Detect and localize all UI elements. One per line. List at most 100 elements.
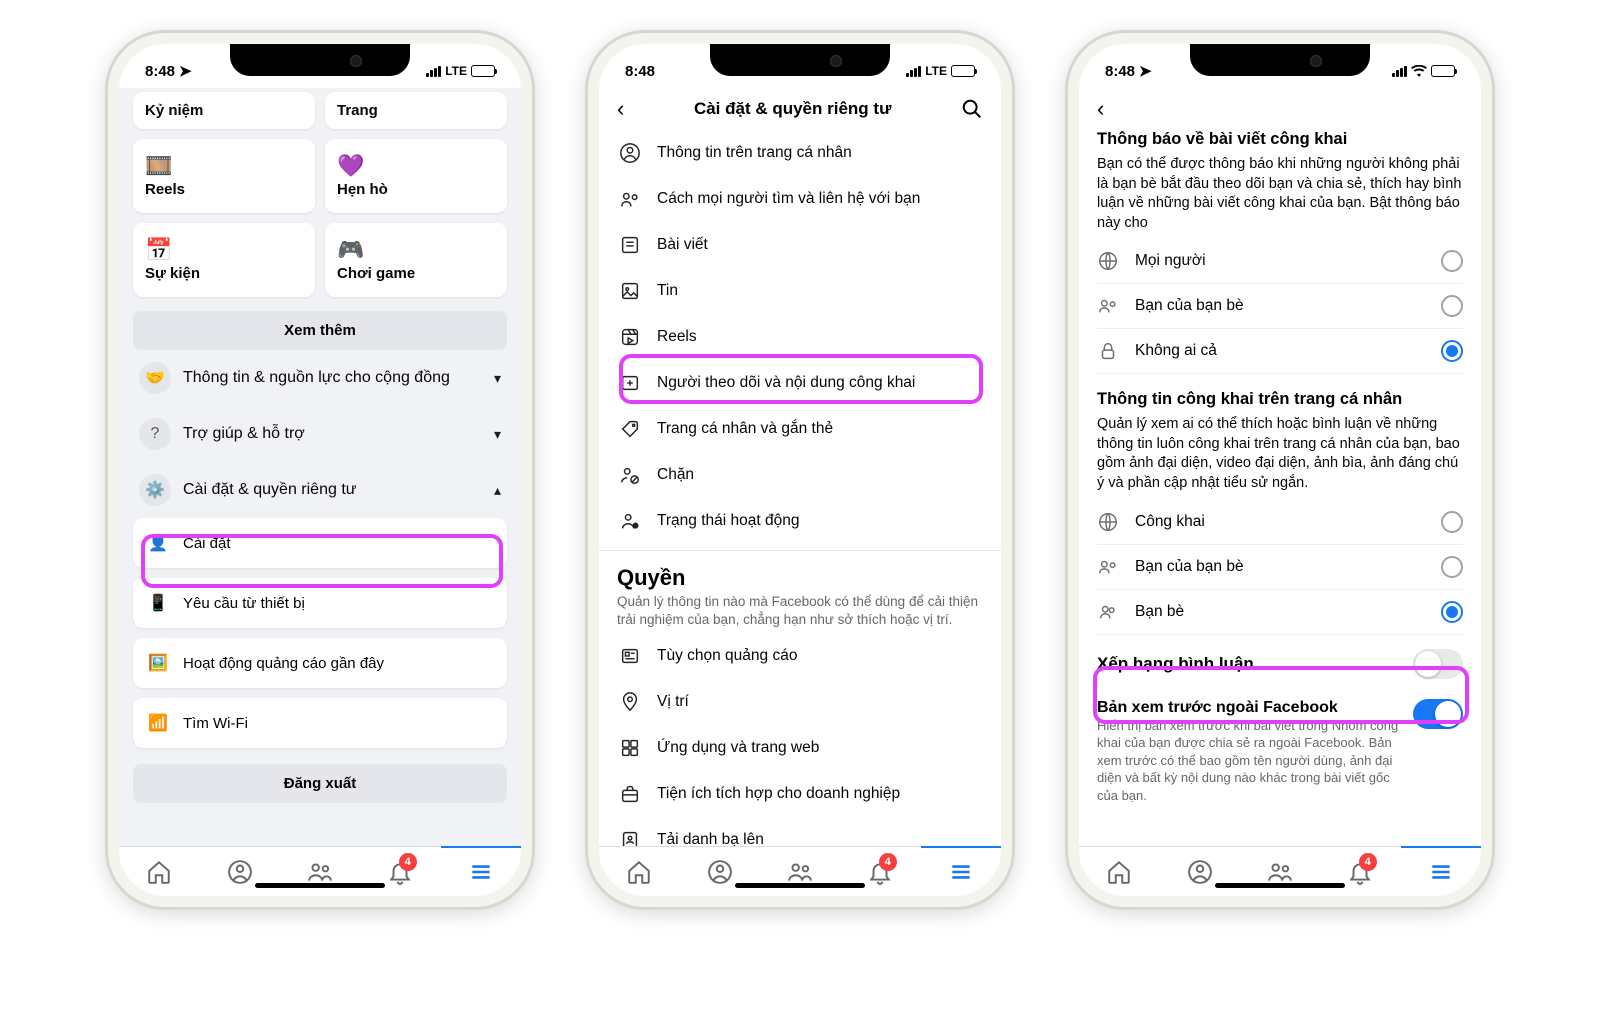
heart-icon: 💜 — [337, 155, 495, 177]
tab-notifications[interactable]: 4 — [360, 847, 440, 896]
back-button[interactable]: ‹ — [1097, 96, 1104, 122]
friends-icon — [1097, 556, 1119, 578]
row-blocking[interactable]: Chặn — [617, 452, 983, 498]
shortcut-dating[interactable]: 💜Hẹn hò — [325, 139, 507, 213]
menu-recent-ad-activity[interactable]: 🖼️ Hoạt động quảng cáo gần đây — [133, 638, 507, 688]
tab-friends[interactable] — [760, 847, 840, 896]
option-friends-of-friends2[interactable]: Bạn của bạn bè — [1097, 545, 1463, 590]
row-label: Tiện ích tích hợp cho doanh nghiệp — [657, 785, 900, 803]
row-active-status[interactable]: Trạng thái hoạt động — [617, 498, 983, 544]
post-icon — [619, 234, 641, 256]
tab-friends[interactable] — [1240, 847, 1320, 896]
option-friends[interactable]: Bạn bè — [1097, 590, 1463, 635]
tab-home[interactable] — [1079, 847, 1159, 896]
tab-menu[interactable] — [921, 846, 1001, 896]
lock-icon — [1097, 340, 1119, 362]
back-button[interactable]: ‹ — [617, 96, 624, 122]
globe-icon — [1097, 250, 1119, 272]
row-profile-info[interactable]: Thông tin trên trang cá nhân — [617, 130, 983, 176]
tab-home[interactable] — [119, 847, 199, 896]
tab-notifications[interactable]: 4 — [840, 847, 920, 896]
status-time: 8:48 — [1105, 63, 1135, 80]
row-label: Tải danh bạ lên — [657, 831, 764, 846]
accordion-label: Thông tin & nguồn lực cho cộng đồng — [183, 369, 450, 387]
radio-button[interactable] — [1441, 511, 1463, 533]
row-ad-preferences[interactable]: Tùy chọn quảng cáo — [617, 633, 983, 679]
location-arrow-icon: ➤ — [179, 62, 192, 80]
off-fb-preview-toggle[interactable] — [1413, 699, 1463, 729]
carrier-label: LTE — [445, 64, 467, 78]
tab-notifications[interactable]: 4 — [1320, 847, 1400, 896]
globe-icon — [1097, 511, 1119, 533]
row-label: Trạng thái hoạt động — [657, 512, 799, 530]
accordion-settings-privacy[interactable]: ⚙️ Cài đặt & quyền riêng tư ▴ — [133, 462, 507, 518]
notch — [710, 44, 890, 76]
tile-label: Trang — [337, 102, 495, 119]
logout-button[interactable]: Đăng xuất — [133, 764, 507, 803]
home-indicator[interactable] — [255, 883, 385, 888]
tab-profile[interactable] — [679, 847, 759, 896]
row-location[interactable]: Vị trí — [617, 679, 983, 725]
row-stories[interactable]: Tin — [617, 268, 983, 314]
shortcut-memories[interactable]: Kỷ niệm — [133, 92, 315, 129]
accordion-help[interactable]: ? Trợ giúp & hỗ trợ ▾ — [133, 406, 507, 462]
radio-button[interactable] — [1441, 250, 1463, 272]
tab-menu[interactable] — [441, 846, 521, 896]
row-label: Vị trí — [657, 693, 689, 711]
tab-friends[interactable] — [280, 847, 360, 896]
page-header: ‹ Cài đặt & quyền riêng tư — [599, 88, 1001, 130]
row-label: Cách mọi người tìm và liên hệ với bạn — [657, 190, 920, 208]
option-public2[interactable]: Công khai — [1097, 500, 1463, 545]
comment-ranking-toggle[interactable] — [1413, 649, 1463, 679]
briefcase-icon — [619, 783, 641, 805]
option-friends-of-friends[interactable]: Bạn của bạn bè — [1097, 284, 1463, 329]
row-followers-public[interactable]: Người theo dõi và nội dung công khai — [617, 360, 983, 406]
image-icon — [619, 280, 641, 302]
row-profile-tagging[interactable]: Trang cá nhân và gắn thẻ — [617, 406, 983, 452]
tab-menu[interactable] — [1401, 846, 1481, 896]
notification-badge: 4 — [879, 853, 897, 871]
toggle-description: Hiển thị bản xem trước khi bài viết tron… — [1097, 717, 1401, 805]
row-posts[interactable]: Bài viết — [617, 222, 983, 268]
tab-profile[interactable] — [199, 847, 279, 896]
tab-profile[interactable] — [1159, 847, 1239, 896]
radio-button[interactable] — [1441, 556, 1463, 578]
shortcut-events[interactable]: 📅Sự kiện — [133, 223, 315, 297]
user-circle-icon — [619, 142, 641, 164]
phone-2: 8:48 LTE ‹ Cài đặt & quyền riêng tư Thôn… — [585, 30, 1015, 910]
off-fb-preview-row: Bản xem trước ngoài Facebook Hiển thị bả… — [1097, 693, 1463, 819]
row-upload-contacts[interactable]: Tải danh bạ lên — [617, 817, 983, 846]
home-indicator[interactable] — [735, 883, 865, 888]
radio-button-selected[interactable] — [1441, 601, 1463, 623]
menu-device-requests[interactable]: 📱 Yêu cầu từ thiết bị — [133, 578, 507, 628]
signal-icon — [1392, 66, 1407, 77]
accordion-label: Trợ giúp & hỗ trợ — [183, 425, 305, 443]
shortcut-pages[interactable]: Trang — [325, 92, 507, 129]
accordion-community[interactable]: 🤝 Thông tin & nguồn lực cho cộng đồng ▾ — [133, 350, 507, 406]
row-find-contact[interactable]: Cách mọi người tìm và liên hệ với bạn — [617, 176, 983, 222]
row-label: Trang cá nhân và gắn thẻ — [657, 420, 833, 438]
menu-settings[interactable]: 👤 Cài đặt — [133, 518, 507, 568]
tab-home[interactable] — [599, 847, 679, 896]
row-reels[interactable]: Reels — [617, 314, 983, 360]
home-indicator[interactable] — [1215, 883, 1345, 888]
people-icon — [619, 188, 641, 210]
carrier-label: LTE — [925, 64, 947, 78]
search-button[interactable] — [961, 98, 983, 120]
menu-find-wifi[interactable]: 📶 Tìm Wi-Fi — [133, 698, 507, 748]
row-business-integrations[interactable]: Tiện ích tích hợp cho doanh nghiệp — [617, 771, 983, 817]
radio-button-selected[interactable] — [1441, 340, 1463, 362]
tab-bar: 4 — [599, 846, 1001, 896]
radio-button[interactable] — [1441, 295, 1463, 317]
location-arrow-icon: ➤ — [1139, 62, 1152, 80]
row-label: Tin — [657, 282, 678, 300]
see-more-button[interactable]: Xem thêm — [133, 311, 507, 350]
shortcut-reels[interactable]: 🎞️Reels — [133, 139, 315, 213]
shortcut-gaming[interactable]: 🎮Chơi game — [325, 223, 507, 297]
row-apps-websites[interactable]: Ứng dụng và trang web — [617, 725, 983, 771]
option-nobody[interactable]: Không ai cả — [1097, 329, 1463, 374]
wifi-icon: 📶 — [147, 712, 169, 734]
section-description: Quản lý xem ai có thể thích hoặc bình lu… — [1097, 415, 1463, 493]
row-label: Người theo dõi và nội dung công khai — [657, 374, 915, 392]
option-public[interactable]: Mọi người — [1097, 239, 1463, 284]
